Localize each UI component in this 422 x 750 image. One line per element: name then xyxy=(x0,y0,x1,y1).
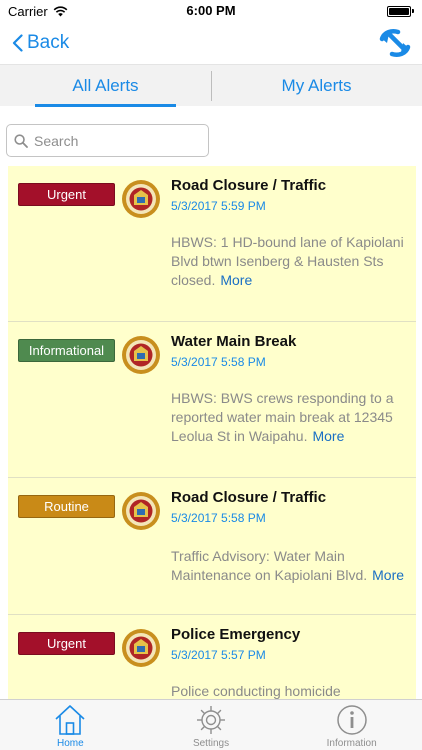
alert-title: Road Closure / Traffic xyxy=(171,177,327,194)
alert-title: Water Main Break xyxy=(171,333,297,350)
search-icon xyxy=(14,133,28,148)
gear-icon xyxy=(197,706,225,734)
alert-title: Police Emergency xyxy=(171,626,301,643)
tab-bar-information[interactable]: Information xyxy=(281,700,422,750)
alert-item[interactable]: Urgent Road Closure / Traffic 5/3/2017 5… xyxy=(8,166,416,322)
tab-all-alerts[interactable]: All Alerts xyxy=(0,65,211,106)
more-link[interactable]: More xyxy=(312,428,344,444)
bottom-tab-bar: Home Settings Information xyxy=(0,699,422,750)
city-seal-icon xyxy=(122,492,160,530)
tab-bar-information-label: Information xyxy=(326,738,377,749)
tab-bar-settings-label: Settings xyxy=(192,738,230,749)
alert-date: 5/3/2017 5:57 PM xyxy=(171,648,266,662)
sync-arrows-icon[interactable] xyxy=(378,26,412,60)
alert-date: 5/3/2017 5:59 PM xyxy=(171,199,266,213)
wifi-icon xyxy=(53,5,68,16)
alert-item[interactable]: Routine Road Closure / Traffic 5/3/2017 … xyxy=(8,478,416,615)
alert-body-line-last: Police conducting homicide xyxy=(171,683,341,699)
alert-body-line: Blvd btwn Isenberg & Hausten Sts xyxy=(171,253,384,269)
status-left: Carrier xyxy=(8,4,68,19)
alert-body: Traffic Advisory: Water Main Maintenance… xyxy=(171,547,407,585)
alert-body: HBWS: 1 HD-bound lane of Kapiolani Blvd … xyxy=(171,233,407,290)
alert-body: HBWS: BWS crews responding to a reported… xyxy=(171,389,407,446)
tab-bar-home[interactable]: Home xyxy=(0,700,141,750)
tab-my-alerts[interactable]: My Alerts xyxy=(211,65,422,106)
alert-body-line-last: closed. More xyxy=(171,272,253,288)
alert-body-line: Traffic Advisory: Water Main xyxy=(171,548,345,564)
carrier-label: Carrier xyxy=(8,3,48,19)
urgent-badge: Urgent xyxy=(18,632,115,655)
alert-item[interactable]: Urgent Police Emergency 5/3/2017 5:57 PM… xyxy=(8,615,416,699)
alert-body: Police conducting homicide xyxy=(171,682,407,699)
info-icon xyxy=(336,705,367,735)
tab-divider xyxy=(211,71,212,101)
tab-bar-settings[interactable]: Settings xyxy=(141,700,282,750)
chevron-left-icon xyxy=(12,34,23,52)
city-seal-icon xyxy=(122,336,160,374)
alert-date: 5/3/2017 5:58 PM xyxy=(171,511,266,525)
alert-item[interactable]: Informational Water Main Break 5/3/2017 … xyxy=(8,322,416,478)
alerts-tabs: All Alerts My Alerts xyxy=(0,64,422,107)
alert-list[interactable]: Urgent Road Closure / Traffic 5/3/2017 5… xyxy=(8,166,416,699)
alert-body-line: reported water main break at 12345 xyxy=(171,409,393,425)
routine-badge: Routine xyxy=(18,495,115,518)
back-label: Back xyxy=(27,32,70,53)
city-seal-icon xyxy=(122,629,160,667)
urgent-badge: Urgent xyxy=(18,183,115,206)
more-link[interactable]: More xyxy=(372,567,404,583)
tab-selected-indicator xyxy=(35,104,176,107)
alert-title: Road Closure / Traffic xyxy=(171,489,327,506)
tab-bar-home-label: Home xyxy=(56,738,84,749)
alert-date: 5/3/2017 5:58 PM xyxy=(171,355,266,369)
back-button[interactable]: Back xyxy=(12,32,69,54)
status-bar: Carrier xyxy=(0,0,422,22)
informational-badge: Informational xyxy=(18,339,115,362)
battery-icon xyxy=(387,5,414,17)
alert-body-line-last: Maintenance on Kapiolani Blvd. More xyxy=(171,567,405,583)
city-seal-icon xyxy=(122,180,160,218)
alert-body-line: HBWS: 1 HD-bound lane of Kapiolani xyxy=(171,234,404,250)
alert-body-line-last: Leolua St in Waipahu. More xyxy=(171,428,345,444)
nav-bar: Back xyxy=(0,22,422,64)
home-icon xyxy=(55,705,85,735)
alert-body-line: HBWS: BWS crews responding to a xyxy=(171,390,394,406)
search-box[interactable] xyxy=(6,124,209,157)
more-link[interactable]: More xyxy=(220,272,252,288)
search-input[interactable] xyxy=(34,132,194,149)
